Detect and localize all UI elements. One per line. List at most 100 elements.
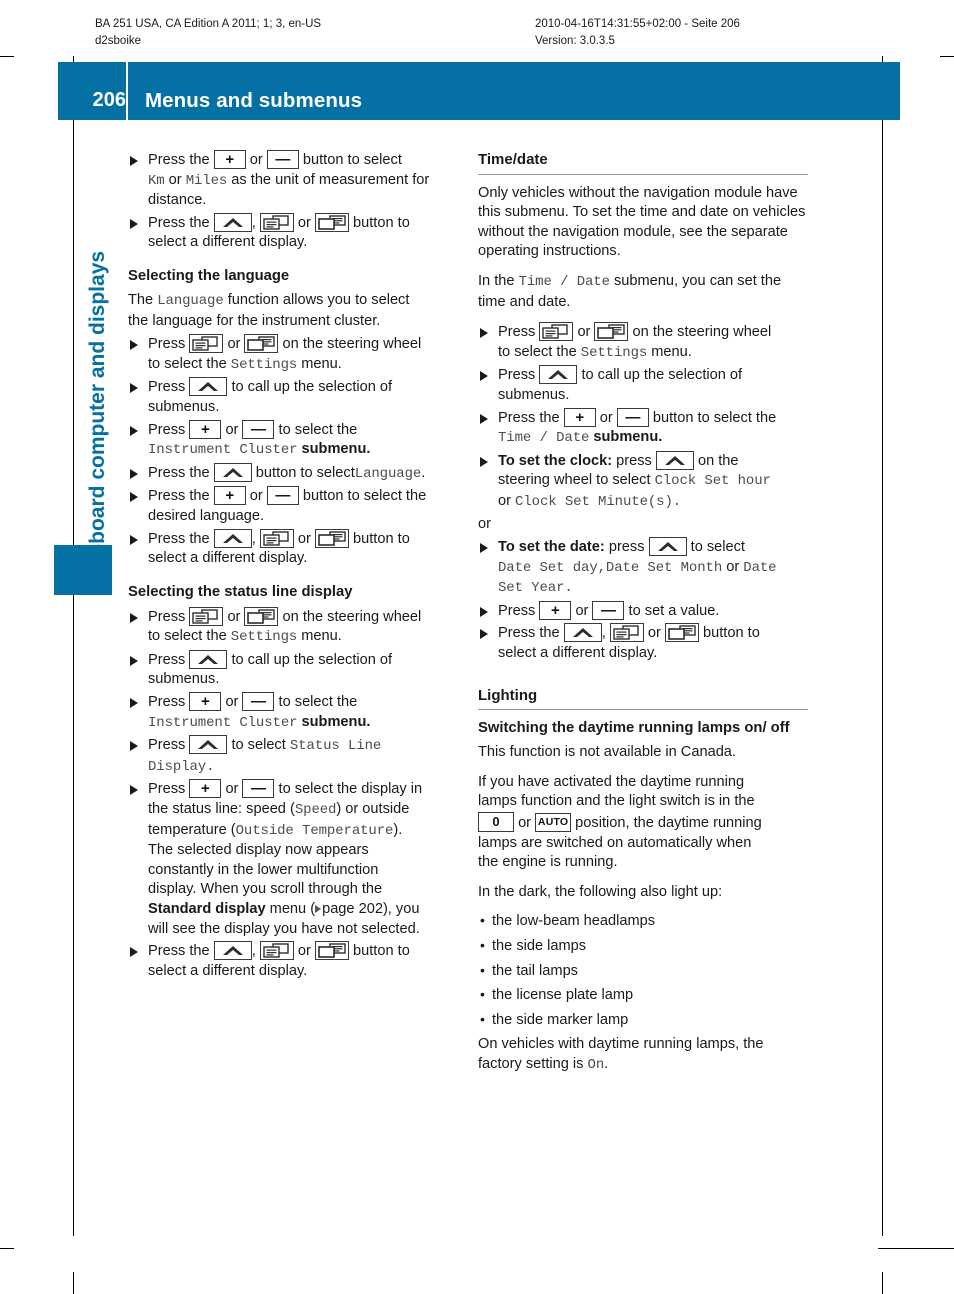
crop-mark-top-right bbox=[940, 56, 954, 57]
text: Press bbox=[148, 651, 186, 668]
text: menu ( bbox=[269, 901, 316, 917]
step-set-the-clock: To set the clock: press on the steering … bbox=[478, 450, 808, 513]
mono-settings: Settings bbox=[580, 344, 648, 361]
chapter-tab: On-board computer and displays bbox=[78, 150, 118, 580]
crop-mark-bottom-vert-right bbox=[882, 1272, 883, 1294]
text: Press bbox=[148, 781, 186, 798]
text: ) or outside bbox=[336, 801, 410, 818]
minus-button-icon: — bbox=[592, 600, 625, 620]
text: to select the bbox=[278, 421, 358, 438]
text: press bbox=[608, 539, 645, 556]
mono-instrument-cluster: Instrument Cluster bbox=[148, 714, 298, 731]
text: Press bbox=[498, 324, 536, 341]
text: desired language. bbox=[148, 507, 265, 524]
text: on the steering wheel bbox=[282, 336, 422, 353]
page-number: 206 bbox=[92, 89, 126, 111]
print-header-left-line2: d2sboike bbox=[95, 35, 142, 47]
list-item: the side marker lamp bbox=[478, 1010, 808, 1031]
text: . bbox=[604, 1055, 609, 1072]
up-arrow-button-icon bbox=[213, 528, 252, 548]
text: Press bbox=[148, 421, 186, 438]
text: lamps are switched on automatically when bbox=[478, 834, 752, 851]
text: button to select the bbox=[652, 409, 777, 426]
text: Press bbox=[148, 694, 186, 711]
chapter-marker bbox=[54, 545, 112, 595]
minus-button-icon: — bbox=[616, 407, 649, 427]
text: to call up the selection of bbox=[581, 367, 743, 384]
text: Press the bbox=[148, 464, 210, 481]
text: If you have activated the daytime runnin… bbox=[478, 773, 745, 790]
window-list-button-icon bbox=[259, 941, 294, 961]
list-item: the side lamps bbox=[478, 936, 808, 957]
text: to select the bbox=[278, 694, 358, 711]
text: Press bbox=[498, 602, 536, 619]
step-select-status-line-display: Press to select Status Line Display. bbox=[128, 735, 458, 777]
step-select-time-date-submenu: Press the + or — button to select the Ti… bbox=[478, 407, 808, 449]
text: the language for the instrument cluster. bbox=[128, 312, 381, 329]
text: to select bbox=[231, 737, 286, 754]
mono-time-date: Time / Date bbox=[518, 273, 610, 290]
text: The selected display now appears bbox=[148, 842, 369, 859]
manual-page: BA 251 USA, CA Edition A 2011; 1; 3, en-… bbox=[0, 0, 954, 1294]
print-header-left-line1: BA 251 USA, CA Edition A 2011; 1; 3, en-… bbox=[95, 18, 322, 30]
up-arrow-button-icon bbox=[213, 941, 252, 961]
text: submenu. bbox=[301, 441, 371, 458]
plus-button-icon: + bbox=[213, 150, 246, 169]
text: or bbox=[518, 815, 532, 832]
text: or bbox=[227, 336, 241, 353]
window-blank-button-icon bbox=[244, 606, 279, 626]
right-column: Time/date Only vehicles without the navi… bbox=[478, 150, 808, 1086]
list-item: the tail lamps bbox=[478, 961, 808, 982]
text-standard-display: Standard display bbox=[148, 901, 266, 917]
up-arrow-button-icon bbox=[189, 377, 228, 397]
text: Press bbox=[148, 608, 186, 625]
mono-clock-set-hour: Clock Set hour bbox=[654, 473, 771, 490]
minus-button-icon: — bbox=[242, 419, 275, 439]
list-item: the license plate lamp bbox=[478, 985, 808, 1006]
paragraph-canada-note: This function is not available in Canada… bbox=[478, 744, 736, 761]
step-call-up-submenus-1: Press to call up the selection of submen… bbox=[128, 377, 458, 417]
mono-speed: Speed bbox=[294, 802, 337, 819]
text: Press the bbox=[498, 409, 560, 426]
text: or bbox=[249, 152, 263, 168]
text: submenus. bbox=[148, 398, 220, 415]
text-bold-label: To set the date: bbox=[498, 539, 605, 556]
up-arrow-button-icon bbox=[648, 537, 687, 557]
window-blank-button-icon bbox=[314, 941, 349, 961]
text: or bbox=[297, 214, 311, 231]
text: Press bbox=[148, 737, 186, 754]
text: function allows you to select bbox=[227, 291, 410, 308]
text: to select the bbox=[148, 355, 227, 372]
text: , bbox=[251, 530, 256, 547]
mono-settings: Settings bbox=[230, 629, 298, 646]
text: button to select bbox=[255, 464, 355, 481]
text: On vehicles with daytime running lamps, … bbox=[478, 1036, 764, 1053]
text: display. When you scroll through the bbox=[148, 881, 383, 898]
text: or bbox=[575, 602, 589, 619]
print-header-right-line2: Version: 3.0.3.5 bbox=[535, 35, 615, 47]
crop-mark-top-left bbox=[0, 56, 14, 57]
up-arrow-button-icon bbox=[563, 623, 602, 643]
up-arrow-button-icon bbox=[213, 462, 252, 482]
text: select a different display. bbox=[498, 645, 658, 662]
plus-button-icon: + bbox=[189, 692, 222, 712]
minus-button-icon: — bbox=[266, 150, 299, 169]
window-blank-button-icon bbox=[244, 334, 279, 354]
text: . bbox=[206, 758, 215, 775]
text: or bbox=[225, 421, 239, 438]
mono-clock-set-minutes: Clock Set Minute(s). bbox=[515, 493, 682, 510]
plus-button-icon: + bbox=[213, 486, 246, 506]
text: Press the bbox=[148, 152, 210, 168]
text: or bbox=[647, 625, 661, 642]
text: Press the bbox=[148, 530, 210, 547]
mono-language: Language bbox=[157, 292, 224, 309]
mono-status-line: Status Line bbox=[289, 738, 382, 755]
minus-button-icon: — bbox=[242, 779, 275, 799]
left-column: Press the + or — button to select Km or … bbox=[128, 150, 458, 983]
text: to select the bbox=[498, 343, 577, 360]
text: distance. bbox=[148, 192, 207, 209]
text: temperature ( bbox=[148, 821, 236, 838]
text: to call up the selection of bbox=[231, 651, 393, 668]
text: to select bbox=[690, 539, 745, 556]
text: to select the display in bbox=[278, 781, 423, 798]
